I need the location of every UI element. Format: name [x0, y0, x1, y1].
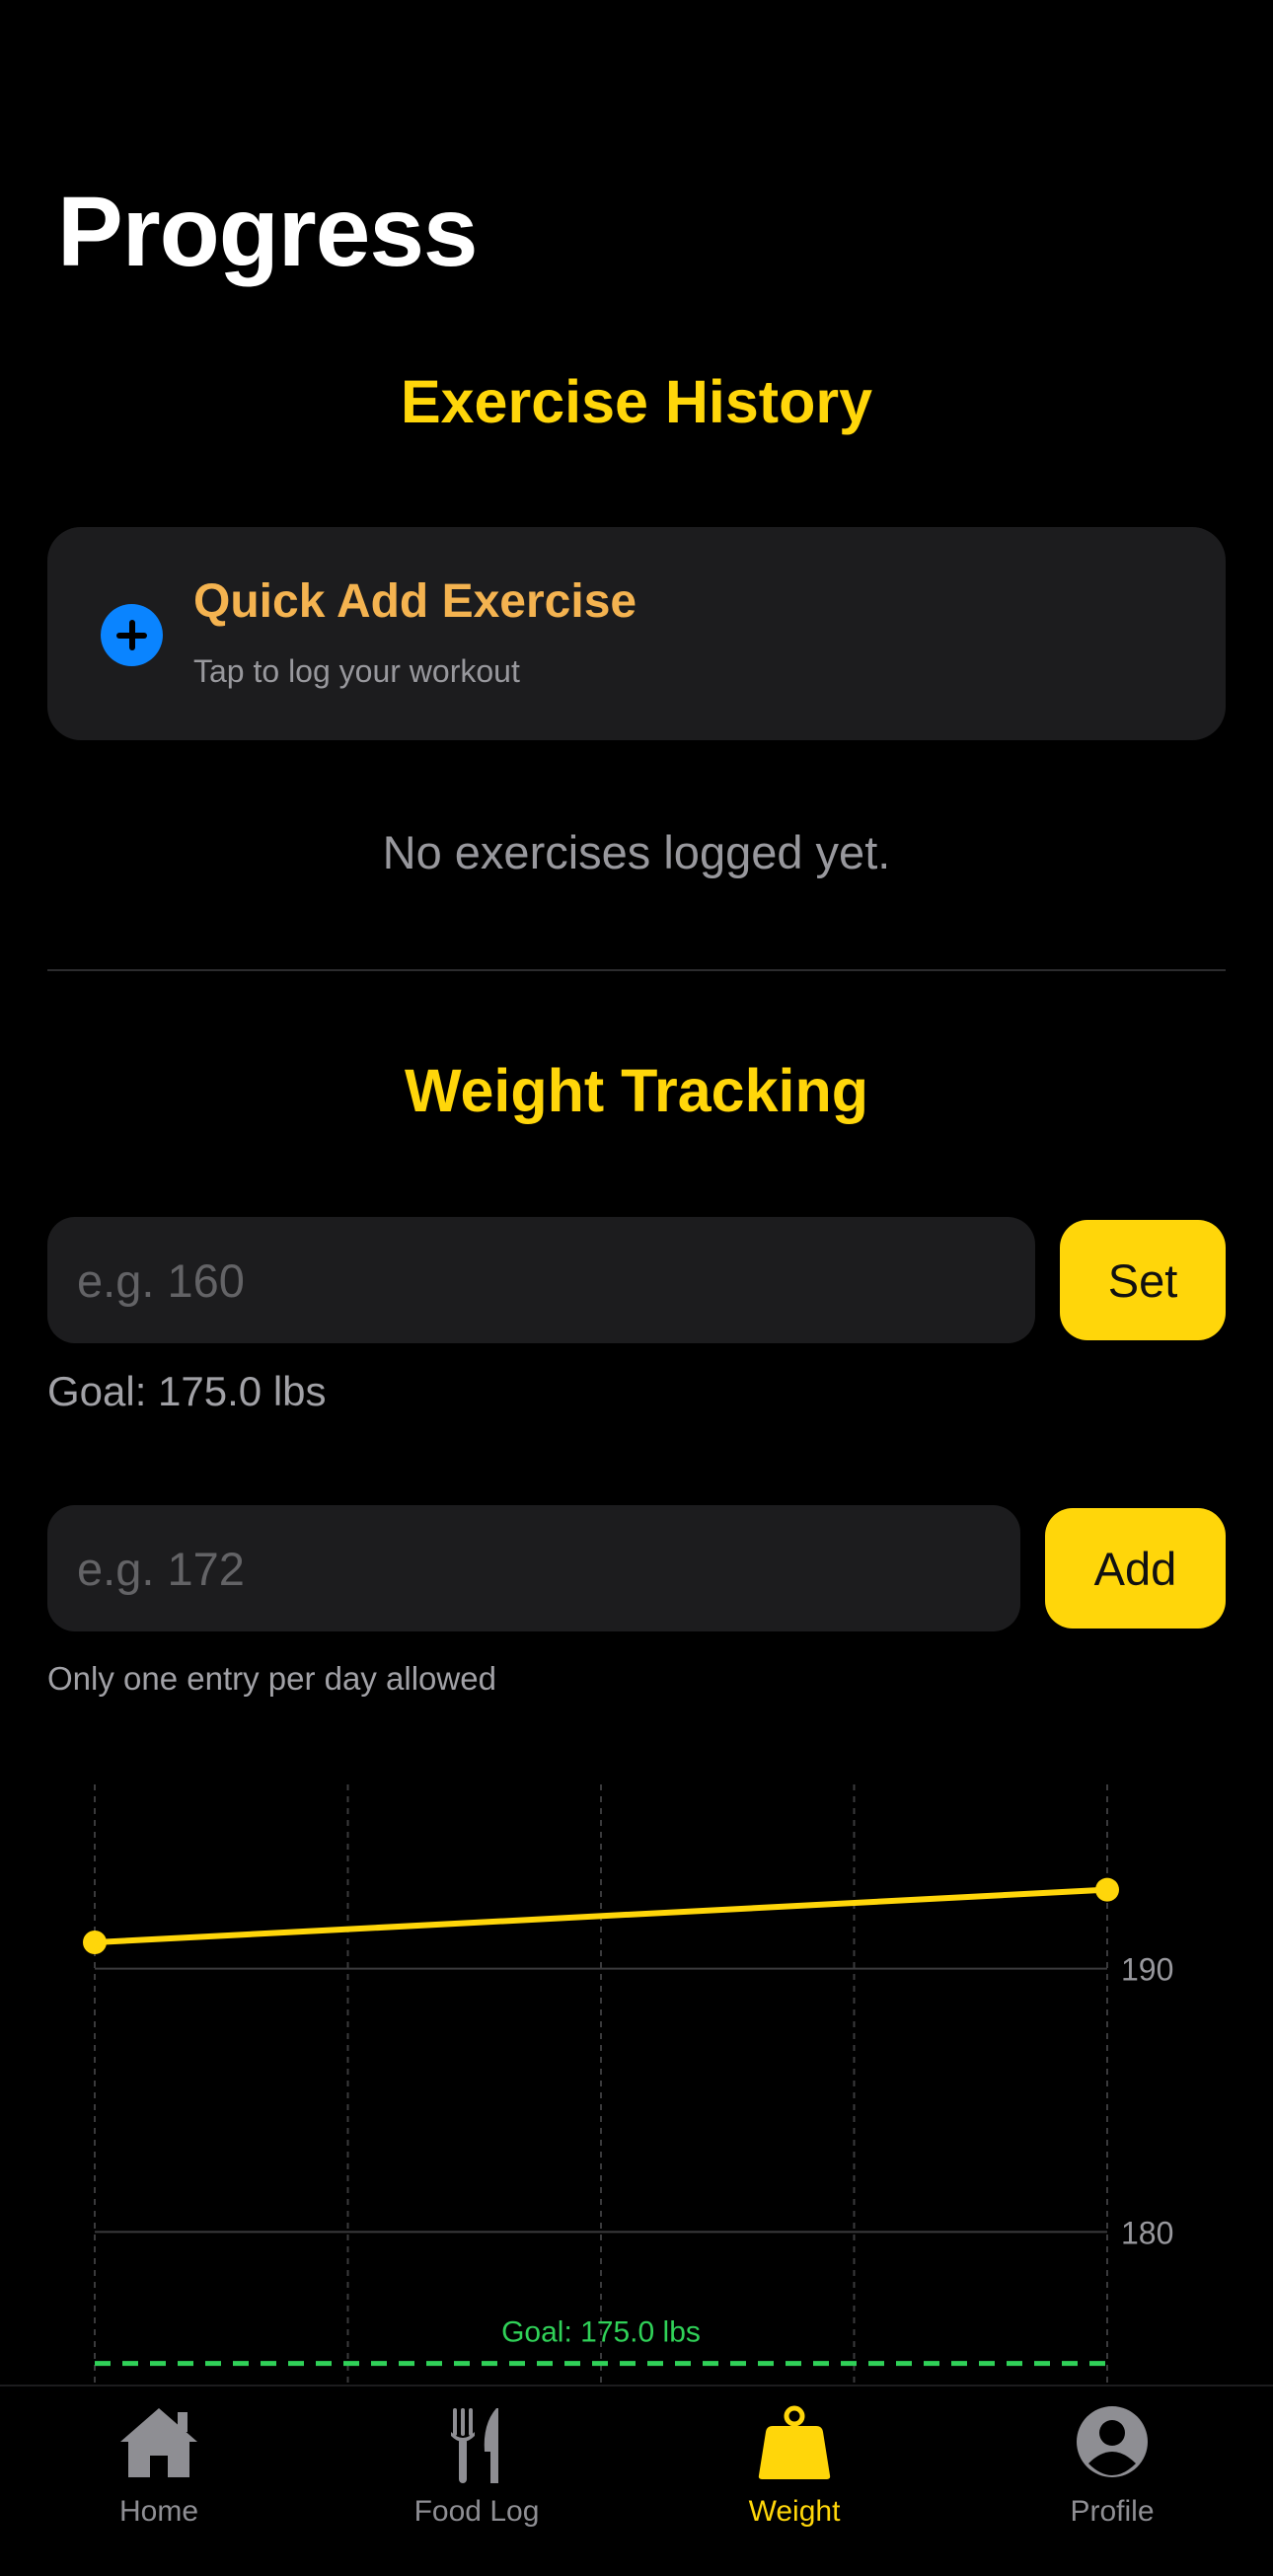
tab-weight-label: Weight — [748, 2495, 841, 2528]
weight-icon — [758, 2405, 831, 2479]
quick-add-exercise-card[interactable]: Quick Add Exercise Tap to log your worko… — [47, 527, 1226, 740]
person-circle-icon — [1077, 2406, 1148, 2477]
weight-tracking-title: Weight Tracking — [404, 1057, 868, 1124]
tab-food-log-label: Food Log — [413, 2495, 540, 2528]
tab-profile-label: Profile — [1070, 2495, 1155, 2528]
goal-weight-input[interactable] — [47, 1217, 1035, 1343]
plus-circle-icon — [101, 604, 163, 666]
tab-food-log[interactable]: Food Log — [318, 2387, 636, 2576]
quick-add-subtitle: Tap to log your workout — [193, 653, 520, 689]
weight-chart: 190 180 Goal: 175.0 lbs — [83, 1784, 1173, 2385]
exercise-history-title: Exercise History — [400, 368, 873, 435]
add-weight-button[interactable]: Add — [1045, 1508, 1226, 1629]
chart-y-tick-label: 190 — [1121, 1952, 1173, 1988]
tab-home-label: Home — [118, 2495, 199, 2528]
goal-weight-text: Goal: 175.0 lbs — [47, 1368, 327, 1414]
tab-profile[interactable]: Profile — [953, 2387, 1271, 2576]
weight-entry-input[interactable] — [47, 1505, 1020, 1631]
tab-weight[interactable]: Weight — [636, 2387, 953, 2576]
no-exercises-text: No exercises logged yet. — [382, 826, 891, 878]
set-goal-button[interactable]: Set — [1060, 1220, 1226, 1340]
section-divider — [47, 969, 1226, 971]
chart-data-point — [83, 1931, 107, 1954]
chart-goal-label: Goal: 175.0 lbs — [501, 2316, 701, 2349]
quick-add-title: Quick Add Exercise — [193, 575, 637, 628]
chart-weight-line — [94, 1886, 1108, 1945]
tab-home[interactable]: Home — [0, 2387, 318, 2576]
chart-y-tick-label: 180 — [1121, 2215, 1173, 2250]
page-title: Progress — [57, 177, 479, 287]
entry-hint-text: Only one entry per day allowed — [47, 1660, 496, 1697]
chart-data-point — [1095, 1877, 1119, 1902]
fork-knife-icon — [451, 2408, 498, 2483]
tab-bar: Home Food Log Weight Profile — [0, 2385, 1273, 2576]
house-icon — [120, 2408, 197, 2477]
